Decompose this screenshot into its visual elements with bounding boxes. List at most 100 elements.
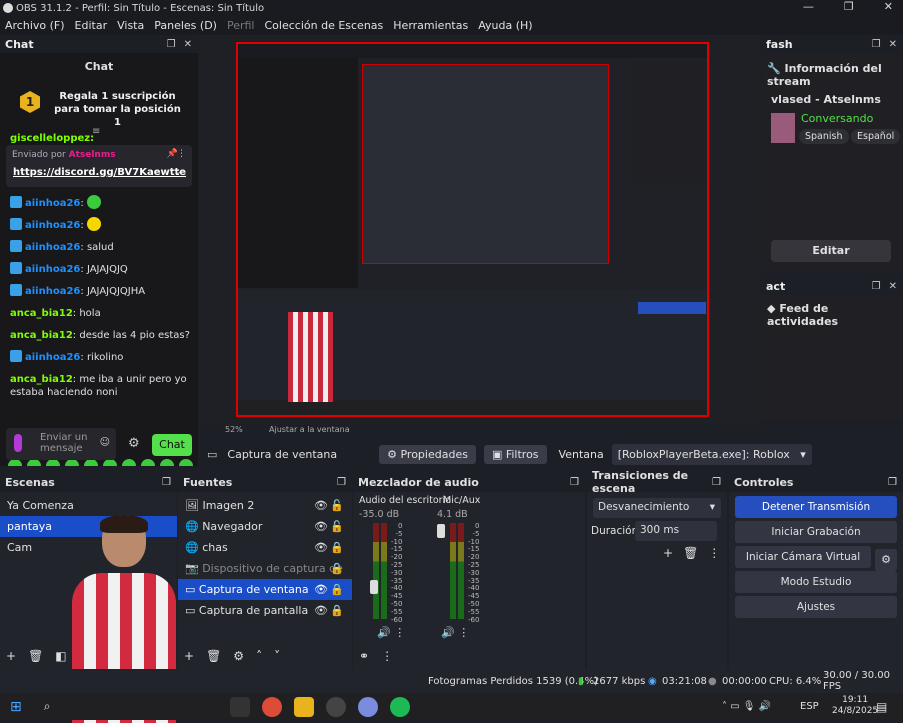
start-virtual-camera-button[interactable]: Iniciar Cámara Virtual: [735, 546, 871, 568]
badge-icon: [10, 240, 22, 252]
tag-spanish[interactable]: Spanish: [799, 129, 849, 144]
emote-icon[interactable]: [122, 459, 136, 466]
float-icon[interactable]: ❐: [167, 39, 176, 50]
stop-stream-button[interactable]: Detener Transmisión: [735, 496, 897, 518]
source-item[interactable]: ▭ Captura de pantalla 👁 🔒: [178, 600, 352, 621]
emote-icon[interactable]: [8, 459, 22, 466]
scene-item[interactable]: Ya Comenza: [0, 495, 177, 516]
trash-icon[interactable]: 🗑: [683, 546, 698, 560]
add-icon[interactable]: +: [184, 649, 194, 663]
studio-mode-button[interactable]: Modo Estudio: [735, 571, 897, 593]
close-icon[interactable]: ✕: [889, 281, 897, 292]
emote-icon[interactable]: [46, 459, 60, 466]
menu-archivo[interactable]: Archivo (F): [5, 19, 65, 32]
transition-select[interactable]: Desvanecimiento ▾: [593, 498, 721, 518]
menu-icon[interactable]: ⋮: [381, 649, 393, 663]
emote-icon[interactable]: [179, 459, 193, 466]
float-icon[interactable]: ❐: [570, 477, 579, 488]
db-scale: 0 -5 -10 -15 -20 -25 -30 -35 -40 -45 -50 -55 -60: [391, 522, 402, 624]
menu-icon[interactable]: ⋮: [708, 546, 720, 560]
menu-herramientas[interactable]: Herramientas: [393, 19, 468, 32]
source-item[interactable]: 🖼 Imagen 2 👁 🔓: [178, 495, 352, 516]
desktop-volume-slider[interactable]: [370, 580, 378, 594]
properties-button[interactable]: ⚙ Propiedades: [379, 444, 476, 464]
windows-start-icon[interactable]: ⊞: [10, 699, 22, 715]
menu-coleccion[interactable]: Colección de Escenas: [265, 19, 384, 32]
emote-icon: [86, 195, 101, 209]
close-window-button[interactable]: ✕: [884, 0, 893, 13]
chat-settings-icon[interactable]: ⚙: [128, 436, 140, 451]
desktop-mute-icon[interactable]: 🔊 ⋮: [377, 626, 405, 639]
file-explorer-icon[interactable]: [294, 696, 315, 717]
discord-icon[interactable]: [358, 696, 379, 717]
emote-icon[interactable]: [103, 459, 117, 466]
minimize-button[interactable]: —: [803, 0, 814, 13]
emote-icon[interactable]: [65, 459, 79, 466]
add-icon[interactable]: +: [663, 546, 673, 560]
source-item-selected[interactable]: ▭ Captura de ventana 👁 🔒: [178, 579, 352, 600]
source-item[interactable]: 📷 Dispositivo de captura de 🔒: [178, 558, 352, 579]
float-icon[interactable]: ❐: [872, 281, 881, 292]
emote-icon[interactable]: [141, 459, 155, 466]
menu-vista[interactable]: Vista: [117, 19, 144, 32]
source-item[interactable]: 🌐 Navegador 👁 🔓: [178, 516, 352, 537]
edit-stream-button[interactable]: Editar: [771, 240, 891, 262]
obs-logo-icon: [3, 3, 13, 13]
notification-icon[interactable]: ▤: [876, 700, 887, 714]
emote-icon[interactable]: [84, 459, 98, 466]
mic-volume-slider[interactable]: [437, 524, 445, 538]
add-icon[interactable]: +: [6, 649, 16, 663]
settings-button[interactable]: Ajustes: [735, 596, 897, 618]
close-icon[interactable]: ✕: [889, 39, 897, 50]
maximize-button[interactable]: ❐: [844, 0, 854, 13]
filters-button[interactable]: ▣ Filtros: [483, 444, 547, 464]
float-icon[interactable]: ❐: [162, 477, 171, 488]
float-icon[interactable]: ❐: [337, 477, 346, 488]
window-label: Ventana: [558, 447, 604, 461]
source-item[interactable]: 🌐 chas 👁 🔒: [178, 537, 352, 558]
fit-to-window[interactable]: Ajustar a la ventana: [269, 425, 350, 434]
task-view-icon[interactable]: [230, 696, 251, 717]
down-icon[interactable]: ˅: [274, 649, 280, 663]
preview-source-window[interactable]: [236, 42, 709, 417]
chevron-down-icon[interactable]: ⌄: [174, 167, 182, 177]
search-icon[interactable]: ⌕: [44, 699, 51, 714]
gear-icon[interactable]: ⚙: [233, 649, 244, 663]
float-icon[interactable]: ❐: [872, 39, 881, 50]
menu-perfil[interactable]: Perfil: [227, 19, 255, 32]
tag-espanol[interactable]: Español: [851, 129, 901, 144]
float-icon[interactable]: ❐: [888, 477, 897, 488]
float-icon[interactable]: ❐: [712, 477, 721, 488]
spotify-icon[interactable]: [390, 696, 411, 717]
mic-mute-icon[interactable]: 🔊 ⋮: [441, 626, 469, 639]
start-recording-button[interactable]: Iniciar Grabación: [735, 521, 897, 543]
menu-editar[interactable]: Editar: [75, 19, 108, 32]
link-icon[interactable]: ⚭: [359, 649, 369, 663]
pinned-link[interactable]: https://discord.gg/BV7Kaewtte: [13, 167, 186, 178]
more-icon[interactable]: ⋮: [177, 149, 186, 159]
bits-icon[interactable]: [14, 434, 22, 452]
up-icon[interactable]: ˄: [256, 649, 262, 663]
duration-input[interactable]: 300 ms: [635, 521, 717, 541]
virtual-cam-gear-icon[interactable]: ⚙: [875, 549, 897, 571]
tray-icons[interactable]: ˄ ▭ 🎙 🔊: [722, 701, 771, 712]
menu-ayuda[interactable]: Ayuda (H): [478, 19, 532, 32]
emote-icon[interactable]: [160, 459, 174, 466]
obs-taskbar-icon[interactable]: [326, 696, 347, 717]
chrome-icon[interactable]: [262, 696, 283, 717]
source-toolbar: ▭ Captura de ventana ⚙ Propiedades ▣ Fil…: [199, 440, 903, 468]
window-select[interactable]: [RobloxPlayerBeta.exe]: Roblox ▾: [611, 443, 812, 465]
filter-icon[interactable]: ◧: [55, 649, 66, 663]
chat-input[interactable]: Enviar un mensaje ☺: [6, 428, 116, 460]
stream-category[interactable]: Conversando: [801, 112, 873, 125]
trash-icon[interactable]: 🗑: [28, 649, 43, 663]
language[interactable]: ESP: [800, 701, 819, 712]
clock[interactable]: 19:11 24/8/2025: [832, 695, 878, 717]
emoji-icon[interactable]: ☺: [100, 437, 110, 448]
trash-icon[interactable]: 🗑: [206, 649, 221, 663]
emote-icon[interactable]: [27, 459, 41, 466]
close-icon[interactable]: ✕: [184, 39, 192, 50]
zoom-level[interactable]: 52%: [225, 425, 243, 434]
chat-send-button[interactable]: Chat: [152, 434, 192, 456]
menu-paneles[interactable]: Paneles (D): [154, 19, 217, 32]
